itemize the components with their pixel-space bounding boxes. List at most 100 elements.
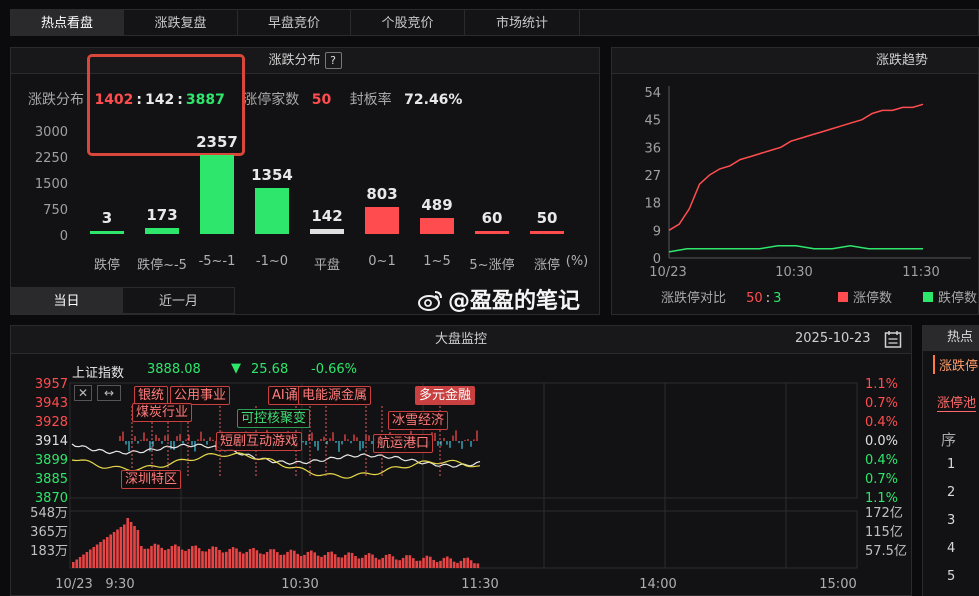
- row-index: 2: [947, 485, 956, 500]
- pct-tick: 0.4%: [865, 453, 898, 468]
- volume-bar: [248, 548, 252, 568]
- volume-bar: [388, 554, 391, 568]
- category-label: 跌停~-5: [137, 258, 187, 273]
- bar-value-label: 803: [366, 184, 398, 203]
- col-header-index: 序: [941, 431, 957, 449]
- volume-bar: [276, 552, 279, 568]
- volume-bar: [218, 549, 221, 568]
- ratio-sep: :: [765, 291, 771, 306]
- volume-bar: [354, 556, 357, 568]
- bar: [200, 154, 234, 234]
- trend-y-tick: 45: [644, 114, 661, 129]
- volume-bar: [405, 555, 408, 568]
- bar-value-label: 60: [481, 209, 503, 227]
- volume-bar: [75, 559, 78, 568]
- volume-bar: [112, 532, 116, 568]
- legend-swatch-red: [838, 292, 848, 302]
- y-tick: 2250: [34, 151, 68, 166]
- concept-tag[interactable]: 煤炭行业: [132, 403, 193, 422]
- concept-tag[interactable]: 航运港口: [373, 434, 434, 453]
- index-pct: -0.66%: [311, 362, 357, 377]
- volume-bar: [279, 554, 282, 568]
- bar: [255, 188, 289, 234]
- trend-x-tick: 11:30: [902, 265, 939, 280]
- category-label: 1~5: [423, 254, 451, 269]
- concept-tag[interactable]: 短剧互动游戏: [216, 432, 303, 451]
- pct-tick: 1.1%: [865, 378, 898, 392]
- category-label: 平盘: [313, 258, 340, 273]
- volume-bar: [323, 554, 327, 568]
- y-tick: 750: [43, 203, 68, 218]
- volume-bar: [469, 560, 473, 568]
- volume-bar: [187, 548, 191, 568]
- amount-tick: 115亿: [865, 525, 903, 540]
- concept-tag[interactable]: 冰雪经济: [388, 411, 449, 430]
- tab-today[interactable]: 当日: [10, 287, 123, 314]
- pct-tick: 1.1%: [865, 491, 898, 506]
- subtab-limit-pool[interactable]: 涨停池: [937, 392, 977, 412]
- tab-recent-month[interactable]: 近一月: [122, 287, 235, 314]
- tab-hot-watch[interactable]: 热点看盘: [10, 9, 124, 36]
- concept-tag[interactable]: 深圳特区: [121, 470, 182, 489]
- volume-bar: [160, 547, 163, 568]
- legend-limit-up: 涨停数: [838, 287, 892, 306]
- close-icon[interactable]: ✕: [74, 385, 92, 401]
- dist-label: 涨跌分布: [28, 92, 84, 108]
- concept-tag[interactable]: 多元金融: [415, 386, 476, 405]
- trend-title: 涨跌趋势: [612, 48, 978, 74]
- pct-tick: 0.0%: [865, 434, 898, 449]
- volume-bar: [201, 551, 204, 568]
- volume-bar: [221, 552, 225, 568]
- volume-tick: 548万: [30, 506, 68, 521]
- bar-value-label: 142: [311, 207, 343, 226]
- volume-tick: 365万: [30, 525, 68, 540]
- volume-bar: [333, 554, 337, 568]
- volume-bar: [456, 562, 459, 568]
- subtab-limit[interactable]: 涨跌停: [933, 355, 978, 374]
- bar: [530, 231, 564, 234]
- volume-bar: [146, 548, 150, 568]
- volume-bar: [316, 555, 320, 568]
- bar: [90, 231, 124, 234]
- volume-bar: [272, 549, 276, 568]
- volume-bar: [435, 562, 439, 568]
- tab-stock-auction[interactable]: 个股竞价: [350, 9, 465, 36]
- volume-bar: [299, 556, 303, 568]
- volume-bar: [422, 557, 425, 568]
- concept-tag[interactable]: 可控核聚变: [237, 409, 311, 428]
- trend-y-tick: 27: [644, 169, 661, 184]
- concept-tag[interactable]: 电能源金属: [298, 386, 372, 405]
- calendar-icon[interactable]: [884, 330, 902, 349]
- row-index: 1: [947, 457, 956, 472]
- expand-horizontal-icon[interactable]: ↔: [97, 385, 121, 401]
- volume-bar: [72, 562, 75, 568]
- volume-bar: [95, 544, 99, 568]
- category-label: -5~-1: [198, 254, 236, 269]
- watermark-text: @盈盈的笔记: [448, 289, 581, 314]
- distribution-title-text: 涨跌分布: [268, 53, 321, 68]
- tab-hot[interactable]: 热点: [923, 325, 979, 351]
- price-tick: 3914: [35, 434, 68, 449]
- volume-bar: [119, 527, 123, 568]
- tab-review[interactable]: 涨跌复盘: [123, 9, 238, 36]
- volume-bar: [303, 554, 306, 568]
- volume-bar: [157, 544, 160, 568]
- volume-bar: [143, 548, 146, 568]
- time-tick: 15:00: [819, 577, 856, 592]
- price-tick: 3885: [35, 472, 68, 487]
- tab-bar-filler: [580, 9, 979, 36]
- volume-bar: [153, 543, 157, 568]
- volume-bar: [184, 550, 187, 568]
- y-tick: 1500: [34, 177, 68, 192]
- tab-market-stats[interactable]: 市场统计: [464, 9, 580, 36]
- concept-tag[interactable]: AI诵: [268, 386, 302, 405]
- tab-morning-auction[interactable]: 早盘竞价: [237, 9, 351, 36]
- volume-bar: [395, 559, 398, 568]
- help-icon[interactable]: ?: [324, 52, 342, 69]
- volume-bar: [476, 563, 480, 568]
- volume-bar: [102, 539, 106, 568]
- volume-bar: [129, 522, 133, 568]
- volume-bar: [245, 551, 248, 568]
- trend-x-tick: 10:30: [775, 265, 812, 280]
- volume-bar: [452, 561, 456, 568]
